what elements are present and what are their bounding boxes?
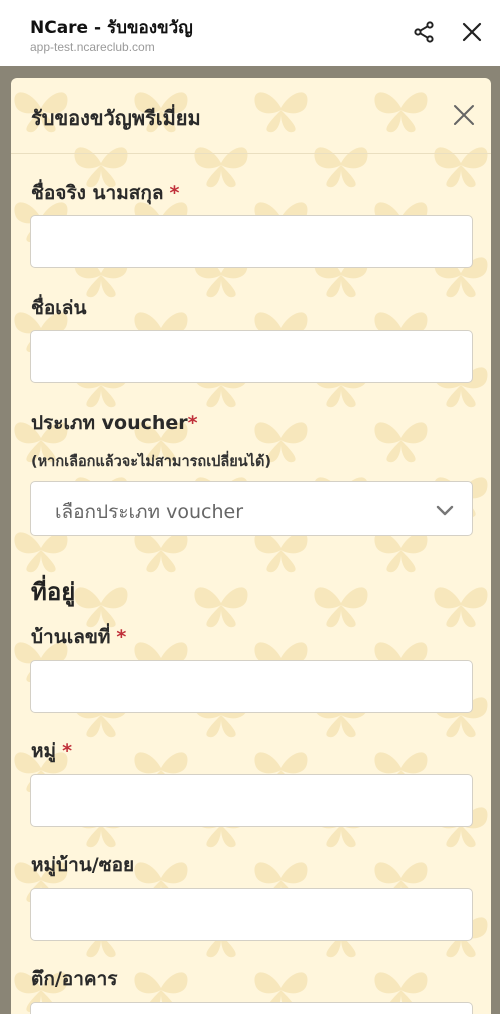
moo-label-text: หมู่: [31, 740, 57, 762]
nickname-input[interactable]: [30, 330, 473, 383]
house-no-input[interactable]: [30, 660, 473, 713]
village-soi-label: หมู่บ้าน/ซอย: [31, 854, 135, 876]
required-mark: *: [169, 182, 180, 204]
required-mark: *: [62, 740, 72, 762]
voucher-type-selected: เลือกประเภท voucher: [55, 501, 244, 523]
full-name-label: ชื่อจริง นามสกุล *: [31, 178, 179, 208]
share-icon[interactable]: [410, 18, 438, 46]
house-no-label: บ้านเลขที่ *: [31, 622, 126, 652]
app-url: app-test.ncareclub.com: [30, 40, 155, 54]
chevron-down-icon: [435, 500, 455, 524]
voucher-type-label-text: ประเภท voucher: [31, 412, 188, 434]
village-soi-input[interactable]: [30, 888, 473, 941]
app-header: NCare - รับของขวัญ app-test.ncareclub.co…: [0, 0, 500, 66]
moo-label: หมู่ *: [31, 736, 72, 766]
building-label: ตึก/อาคาร: [31, 968, 118, 990]
modal-title: รับของขวัญพรีเมี่ยม: [31, 106, 201, 130]
house-no-label-text: บ้านเลขที่: [31, 626, 111, 648]
moo-input[interactable]: [30, 774, 473, 827]
full-name-input[interactable]: [30, 215, 473, 268]
close-icon[interactable]: [458, 18, 486, 46]
address-section-title: ที่อยู่: [31, 578, 76, 606]
voucher-type-note: (หากเลือกแล้วจะไม่สามารถเปลี่ยนได้): [31, 454, 271, 470]
required-mark: *: [187, 412, 198, 434]
premium-gift-modal: รับของขวัญพรีเมี่ยม ชื่อจริง นามสกุล * ชื…: [11, 78, 491, 1014]
voucher-type-label: ประเภท voucher*: [31, 408, 198, 438]
modal-close-icon[interactable]: [451, 102, 477, 128]
building-input[interactable]: [30, 1002, 473, 1014]
nickname-label: ชื่อเล่น: [31, 297, 87, 319]
voucher-type-select[interactable]: เลือกประเภท voucher: [30, 481, 473, 536]
required-mark: *: [116, 626, 127, 648]
app-title: NCare - รับของขวัญ: [30, 18, 193, 38]
full-name-label-text: ชื่อจริง นามสกุล: [31, 182, 164, 204]
modal-header: รับของขวัญพรีเมี่ยม: [11, 78, 491, 154]
